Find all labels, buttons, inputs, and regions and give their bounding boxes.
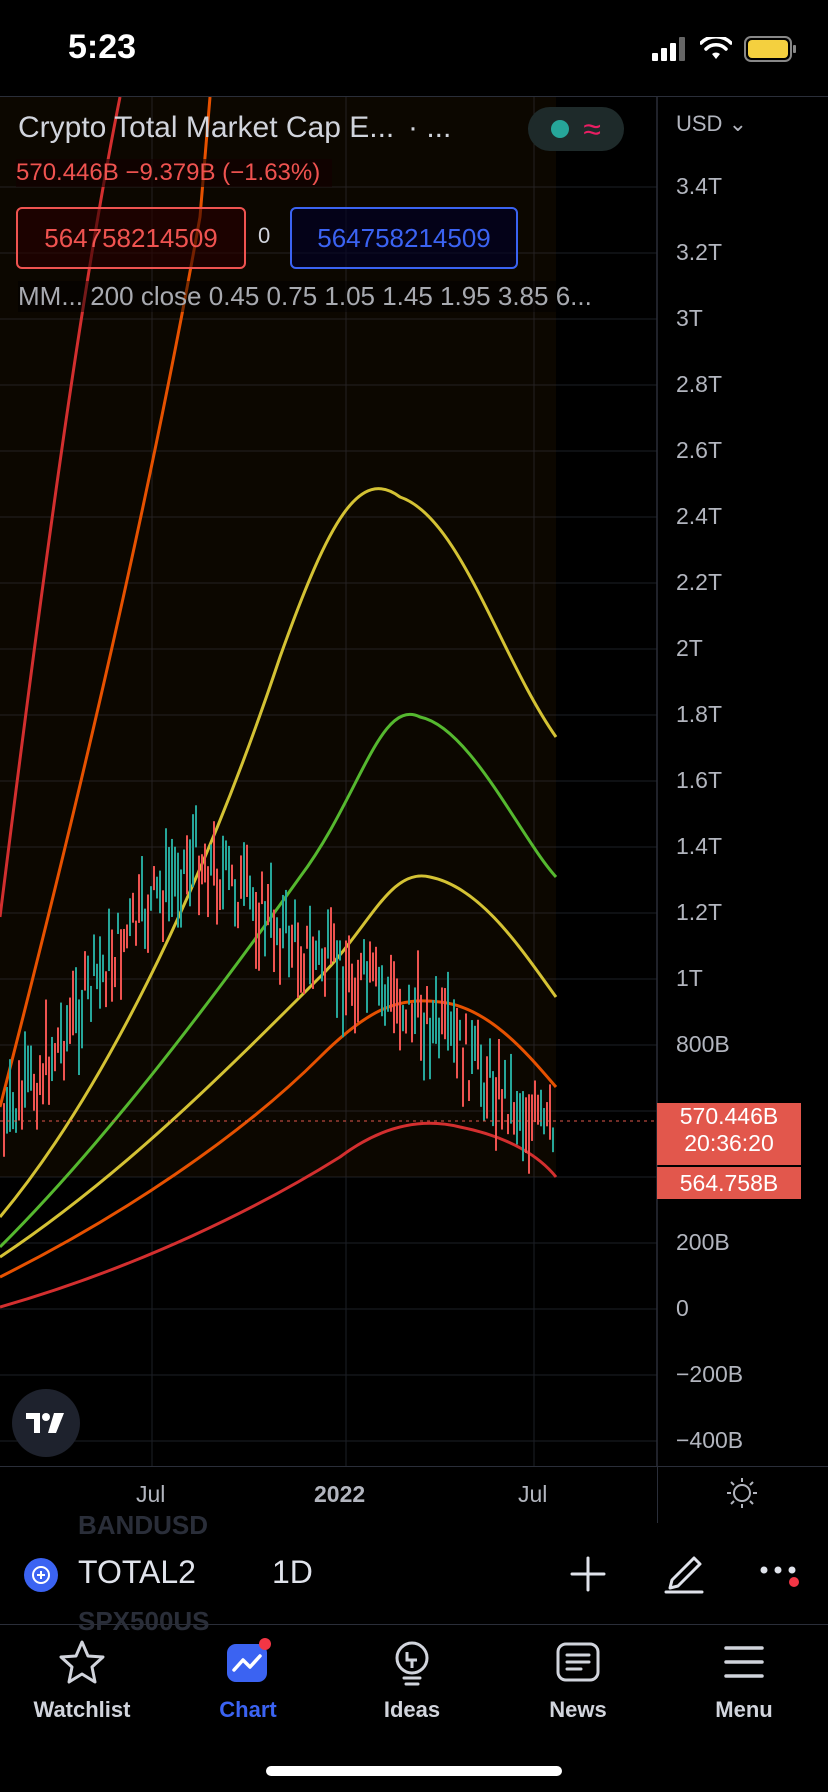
chart-icon (227, 1638, 271, 1682)
battery-icon (744, 36, 796, 62)
interval-selector[interactable]: 1D (272, 1554, 313, 1591)
currency-selector[interactable]: USD ⌄ (676, 111, 747, 137)
price-axis-label: 0 (676, 1295, 689, 1321)
tab-menu[interactable]: Menu (674, 1638, 814, 1723)
status-icons (652, 36, 798, 62)
price-axis-label: 2.6T (676, 437, 723, 463)
bar-countdown: 20:36:20 (684, 1130, 774, 1156)
plus-icon (570, 1556, 606, 1592)
tab-ideas[interactable]: Ideas (342, 1638, 482, 1723)
buy-value-box[interactable]: 564758214509 (290, 207, 518, 269)
price-axis-label: 2.8T (676, 371, 723, 397)
tab-label: News (549, 1697, 607, 1722)
time-label-2022: 2022 (314, 1481, 366, 1507)
price-axis-label: 800B (676, 1031, 730, 1057)
drawing-tools-button[interactable] (660, 1550, 708, 1598)
star-icon (59, 1640, 105, 1684)
tab-news[interactable]: News (508, 1638, 648, 1723)
signal-icon (652, 37, 685, 61)
market-status-pill[interactable]: ≈ (528, 107, 624, 151)
indicator-price-tag: 564.758B (657, 1167, 801, 1199)
price-axis-label: 1.2T (676, 899, 723, 925)
tab-watchlist[interactable]: Watchlist (12, 1638, 152, 1723)
tab-label: Ideas (383, 1697, 441, 1722)
legend-more[interactable]: · ... (408, 111, 451, 145)
price-change: 570.446B −9.379B (−1.63%) (16, 159, 333, 187)
currency-label: USD (676, 111, 723, 136)
symbol-selector[interactable]: TOTAL2 (78, 1554, 196, 1591)
menu-icon (724, 1646, 764, 1678)
price-axis-label: 3.4T (676, 173, 723, 199)
tab-label: Watchlist (33, 1697, 131, 1722)
price-axis-label: −400B (676, 1427, 744, 1453)
tab-label: Menu (715, 1697, 773, 1722)
tab-label: Chart (219, 1697, 277, 1722)
chart-area[interactable]: Crypto Total Market Cap E... · ... ≈ 570… (0, 96, 828, 1523)
price-axis-label: 2.2T (676, 569, 723, 595)
tab-chart[interactable]: Chart (178, 1638, 318, 1723)
brightness-icon[interactable] (726, 1477, 758, 1509)
price-axis-label: 1.4T (676, 833, 723, 859)
more-button[interactable] (756, 1550, 804, 1598)
price-axis-label: 3.2T (676, 239, 723, 265)
price-axis-label: 3T (676, 305, 703, 331)
tradingview-logo-icon[interactable] (12, 1389, 80, 1457)
sell-value-box[interactable]: 564758214509 (16, 207, 246, 269)
price-axis-label: 200B (676, 1229, 730, 1255)
price-axis-label: 1T (676, 965, 703, 991)
price-axis-label: 2.4T (676, 503, 723, 529)
pen-icon (664, 1556, 704, 1594)
time-label-jul-2021: Jul (136, 1481, 166, 1507)
lightbulb-icon (395, 1641, 429, 1686)
home-indicator[interactable] (266, 1766, 562, 1776)
add-button[interactable] (564, 1550, 612, 1598)
symbol-logo-icon[interactable] (24, 1558, 58, 1592)
time-label-jul-2022: Jul (518, 1481, 548, 1507)
price-axis-label: 1.8T (676, 701, 723, 727)
news-icon (556, 1642, 600, 1682)
spread-value: 0 (258, 223, 271, 248)
approx-icon: ≈ (583, 111, 601, 147)
symbol-title[interactable]: Crypto Total Market Cap E... (18, 111, 394, 145)
price-axis-label: 2T (676, 635, 703, 661)
market-open-dot (551, 120, 570, 138)
status-time: 5:23 (68, 28, 137, 66)
price-axis-label: 1.6T (676, 767, 723, 793)
price-axis-label: −200B (676, 1361, 744, 1387)
last-price: 570.446B (679, 1103, 779, 1129)
status-bar: 5:23 (0, 0, 828, 96)
wifi-icon (700, 37, 732, 59)
more-icon (760, 1566, 799, 1587)
indicator-legend[interactable]: MM... 200 close 0.45 0.75 1.05 1.45 1.95… (18, 281, 592, 312)
mayer-bands (0, 97, 558, 1309)
last-price-tag: 570.446B 20:36:20 (657, 1103, 801, 1165)
